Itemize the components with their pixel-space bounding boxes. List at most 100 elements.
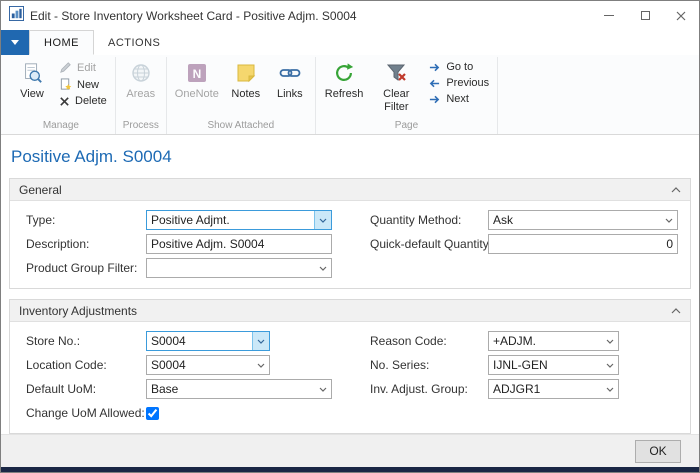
product-group-filter-combobox[interactable]	[146, 258, 332, 278]
reason-code-input[interactable]	[489, 332, 601, 350]
store-no-label: Store No.:	[26, 334, 146, 348]
chevron-down-icon[interactable]	[601, 332, 618, 350]
location-code-label: Location Code:	[26, 358, 146, 372]
location-code-input[interactable]	[147, 356, 252, 374]
chevron-down-icon[interactable]	[314, 259, 331, 277]
app-menu-button[interactable]	[1, 30, 29, 55]
store-no-combobox[interactable]	[146, 331, 270, 351]
svg-text:N: N	[192, 67, 201, 81]
edit-button[interactable]: Edit	[55, 61, 111, 74]
view-button[interactable]: View	[11, 57, 53, 102]
areas-button[interactable]: Areas	[120, 57, 162, 102]
link-icon	[279, 61, 301, 85]
application-window: Edit - Store Inventory Worksheet Card - …	[0, 0, 700, 473]
delete-button[interactable]: Delete	[55, 95, 111, 107]
new-button[interactable]: New	[55, 78, 111, 91]
quantity-method-input[interactable]	[489, 211, 660, 229]
clear-filter-button[interactable]: Clear Filter	[370, 57, 422, 114]
group-label-show-attached: Show Attached	[171, 119, 311, 134]
quantity-method-combobox[interactable]	[488, 210, 678, 230]
group-label-page: Page	[320, 119, 493, 134]
chevron-down-icon[interactable]	[314, 380, 331, 398]
previous-arrow-icon	[428, 78, 441, 89]
form-row: Default UoM: Inv. Adjust. Group:	[26, 377, 674, 401]
form-row: Location Code: No. Series:	[26, 353, 674, 377]
maximize-button[interactable]	[627, 1, 663, 30]
page-body: Positive Adjm. S0004 General Type:	[1, 135, 699, 472]
quantity-method-label: Quantity Method:	[370, 213, 488, 227]
inv-adjust-group-combobox[interactable]	[488, 379, 619, 399]
reason-code-combobox[interactable]	[488, 331, 619, 351]
chevron-down-icon[interactable]	[660, 211, 677, 229]
ok-button[interactable]: OK	[635, 440, 681, 463]
onenote-button[interactable]: N OneNote	[171, 57, 223, 102]
minimize-button[interactable]	[591, 1, 627, 30]
type-combobox[interactable]	[146, 210, 332, 230]
clear-filter-icon	[385, 61, 407, 85]
close-button[interactable]	[663, 1, 699, 30]
type-input[interactable]	[147, 211, 314, 229]
form-row: Product Group Filter:	[26, 256, 674, 280]
no-series-input[interactable]	[489, 356, 601, 374]
inv-adjust-group-label: Inv. Adjust. Group:	[370, 382, 488, 396]
quick-default-quantity-label: Quick-default Quantity:	[370, 237, 488, 251]
footer-bar: OK	[1, 434, 699, 467]
note-icon	[235, 61, 257, 85]
quick-default-quantity-input[interactable]	[488, 234, 678, 254]
form-row: Change UoM Allowed:	[26, 401, 674, 425]
default-uom-combobox[interactable]	[146, 379, 332, 399]
next-arrow-icon	[428, 94, 441, 105]
minimize-icon	[604, 15, 614, 16]
chevron-down-icon[interactable]	[601, 356, 618, 374]
notes-button[interactable]: Notes	[225, 57, 267, 102]
goto-button[interactable]: Go to	[424, 61, 493, 73]
onenote-icon: N	[186, 61, 208, 85]
form-row: Type: Quantity Method:	[26, 208, 674, 232]
chevron-down-icon[interactable]	[601, 380, 618, 398]
links-button[interactable]: Links	[269, 57, 311, 102]
titlebar: Edit - Store Inventory Worksheet Card - …	[1, 1, 699, 30]
window-title: Edit - Store Inventory Worksheet Card - …	[30, 9, 591, 23]
close-icon	[676, 11, 686, 21]
form-row: Description: Quick-default Quantity:	[26, 232, 674, 256]
ribbon-group-page: Refresh Clear Filter Go to	[316, 57, 498, 134]
edit-icon	[59, 61, 72, 74]
ribbon-group-show-attached: N OneNote Notes Links Show Atta	[167, 57, 316, 134]
default-uom-label: Default UoM:	[26, 382, 146, 396]
new-document-icon	[59, 78, 72, 91]
chevron-down-icon[interactable]	[252, 356, 269, 374]
dropdown-icon	[11, 40, 19, 45]
next-button[interactable]: Next	[424, 93, 493, 105]
delete-icon	[59, 96, 70, 107]
change-uom-allowed-label: Change UoM Allowed:	[26, 406, 146, 420]
no-series-combobox[interactable]	[488, 355, 619, 375]
default-uom-input[interactable]	[147, 380, 314, 398]
tab-home[interactable]: HOME	[29, 30, 94, 55]
previous-button[interactable]: Previous	[424, 77, 493, 89]
bottom-status-strip	[1, 467, 699, 472]
change-uom-allowed-checkbox[interactable]	[146, 407, 159, 420]
refresh-button[interactable]: Refresh	[320, 57, 369, 102]
chevron-up-icon[interactable]	[671, 308, 681, 314]
location-code-combobox[interactable]	[146, 355, 270, 375]
product-group-filter-input[interactable]	[147, 259, 314, 277]
section-general: General Type: Quantity Method:	[9, 178, 691, 289]
section-general-header[interactable]: General	[10, 179, 690, 201]
product-group-filter-label: Product Group Filter:	[26, 261, 146, 275]
inv-adjust-group-input[interactable]	[489, 380, 601, 398]
store-no-input[interactable]	[147, 332, 252, 350]
type-label: Type:	[26, 213, 146, 227]
ribbon-group-process: Areas Process	[116, 57, 167, 134]
tab-actions[interactable]: ACTIONS	[94, 30, 174, 55]
section-inventory-adjustments-header[interactable]: Inventory Adjustments	[10, 300, 690, 322]
maximize-icon	[641, 11, 650, 20]
window-controls	[591, 1, 699, 30]
page-title: Positive Adjm. S0004	[1, 135, 699, 178]
description-label: Description:	[26, 237, 146, 251]
chevron-down-icon[interactable]	[314, 211, 331, 229]
chevron-down-icon[interactable]	[252, 332, 269, 350]
ribbon-group-manage: View Edit New	[7, 57, 116, 134]
chevron-up-icon[interactable]	[671, 187, 681, 193]
description-input[interactable]	[146, 234, 332, 254]
reason-code-label: Reason Code:	[370, 334, 488, 348]
